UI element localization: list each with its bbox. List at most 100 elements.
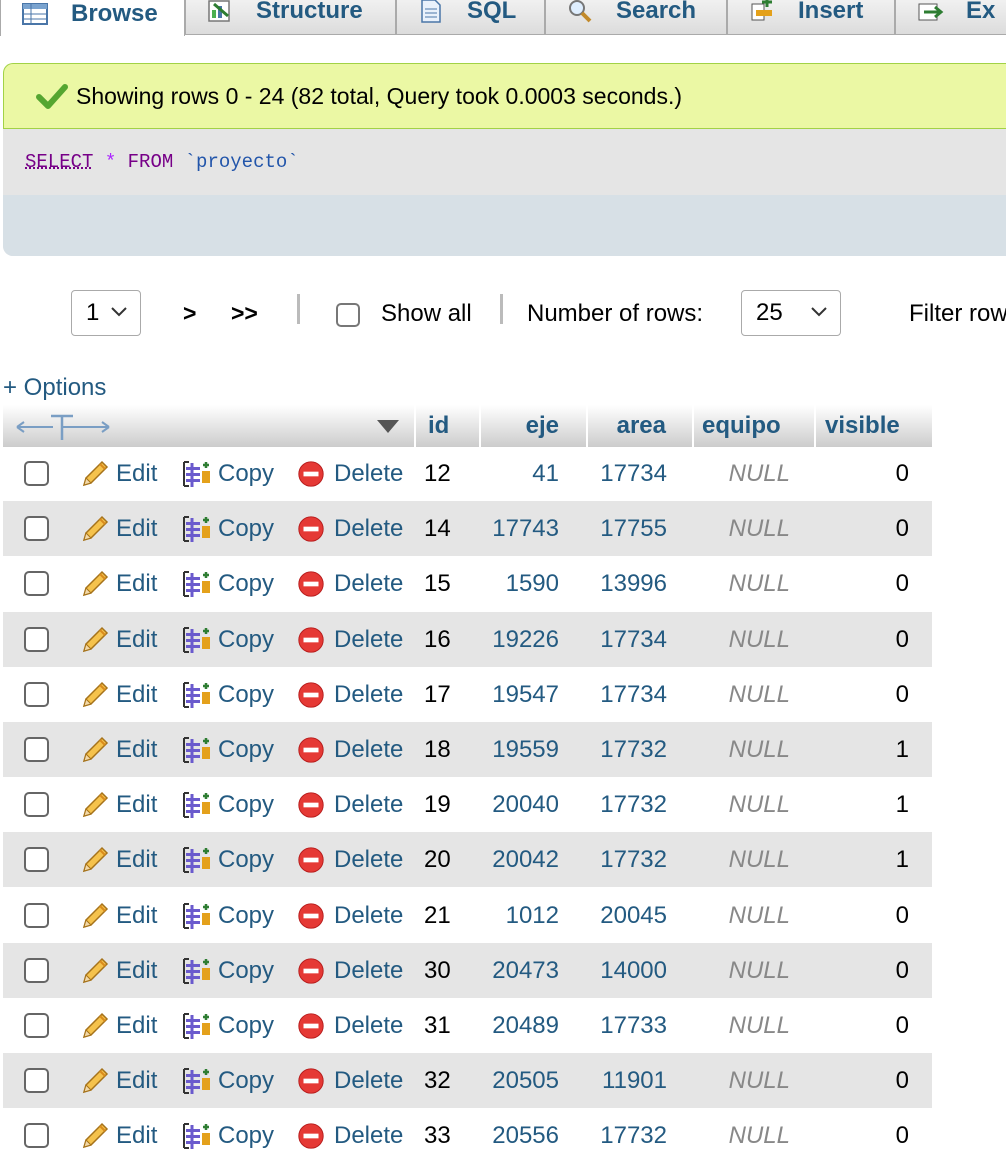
tab-search[interactable]: Search bbox=[545, 0, 727, 35]
delete-button[interactable]: Delete bbox=[296, 667, 403, 722]
copy-button[interactable]: Copy bbox=[180, 446, 274, 501]
row-checkbox[interactable] bbox=[24, 737, 49, 762]
row-checkbox[interactable] bbox=[24, 847, 49, 872]
edit-button[interactable]: Edit bbox=[78, 888, 157, 943]
tab-export[interactable]: Ex bbox=[895, 0, 1006, 35]
tab-browse[interactable]: Browse bbox=[0, 0, 185, 36]
cell-eje[interactable]: 19559 bbox=[481, 722, 559, 777]
copy-button[interactable]: Copy bbox=[180, 998, 274, 1053]
delete-button[interactable]: Delete bbox=[296, 446, 403, 501]
row-checkbox[interactable] bbox=[24, 627, 49, 652]
copy-button[interactable]: Copy bbox=[180, 722, 274, 777]
edit-button[interactable]: Edit bbox=[78, 446, 157, 501]
column-header-id[interactable]: id bbox=[416, 405, 479, 447]
column-header-visible[interactable]: visible bbox=[816, 405, 932, 447]
row-checkbox[interactable] bbox=[24, 903, 49, 928]
cell-area[interactable]: 17755 bbox=[588, 501, 667, 556]
cell-area[interactable]: 20045 bbox=[588, 888, 667, 943]
edit-button[interactable]: Edit bbox=[78, 556, 157, 611]
cell-eje[interactable]: 20556 bbox=[481, 1108, 559, 1163]
rows-count-select[interactable]: 25 bbox=[741, 290, 841, 336]
copy-button[interactable]: Copy bbox=[180, 777, 274, 832]
cell-eje[interactable]: 20040 bbox=[481, 777, 559, 832]
cell-area[interactable]: 17734 bbox=[588, 446, 667, 501]
sql-select-keyword[interactable]: SELECT bbox=[25, 151, 93, 173]
cell-eje[interactable]: 20042 bbox=[481, 832, 559, 887]
cell-eje[interactable]: 20505 bbox=[481, 1053, 559, 1108]
cell-area[interactable]: 17733 bbox=[588, 998, 667, 1053]
cell-eje[interactable]: 17743 bbox=[481, 501, 559, 556]
copy-button[interactable]: Copy bbox=[180, 556, 274, 611]
sort-dropdown-icon[interactable] bbox=[376, 419, 400, 435]
cell-eje[interactable]: 1590 bbox=[481, 556, 559, 611]
copy-button[interactable]: Copy bbox=[180, 1053, 274, 1108]
tab-insert[interactable]: Insert bbox=[727, 0, 895, 35]
edit-button[interactable]: Edit bbox=[78, 832, 157, 887]
delete-button[interactable]: Delete bbox=[296, 556, 403, 611]
row-checkbox[interactable] bbox=[24, 516, 49, 541]
delete-label: Delete bbox=[334, 459, 404, 487]
copy-button[interactable]: Copy bbox=[180, 1108, 274, 1163]
cell-eje[interactable]: 41 bbox=[481, 446, 559, 501]
row-checkbox[interactable] bbox=[24, 958, 49, 983]
row-checkbox[interactable] bbox=[24, 792, 49, 817]
copy-button[interactable]: Copy bbox=[180, 501, 274, 556]
show-all-checkbox[interactable] bbox=[336, 303, 360, 327]
delete-button[interactable]: Delete bbox=[296, 998, 403, 1053]
cell-area[interactable]: 17734 bbox=[588, 612, 667, 667]
row-checkbox[interactable] bbox=[24, 1068, 49, 1093]
delete-button[interactable]: Delete bbox=[296, 1108, 403, 1163]
page-select[interactable]: 1 bbox=[71, 290, 141, 336]
row-checkbox[interactable] bbox=[24, 461, 49, 486]
cell-area[interactable]: 17732 bbox=[588, 832, 667, 887]
cell-area[interactable]: 17732 bbox=[588, 777, 667, 832]
cell-equipo: NULL bbox=[728, 625, 790, 653]
column-header-area[interactable]: area bbox=[588, 405, 668, 447]
cell-eje[interactable]: 20473 bbox=[481, 943, 559, 998]
row-checkbox[interactable] bbox=[24, 1123, 49, 1148]
delete-button[interactable]: Delete bbox=[296, 777, 403, 832]
edit-button[interactable]: Edit bbox=[78, 667, 157, 722]
cell-area[interactable]: 17734 bbox=[588, 667, 667, 722]
delete-button[interactable]: Delete bbox=[296, 832, 403, 887]
delete-button[interactable]: Delete bbox=[296, 722, 403, 777]
cell-eje[interactable]: 1012 bbox=[481, 888, 559, 943]
copy-button[interactable]: Copy bbox=[180, 832, 274, 887]
cell-eje[interactable]: 19226 bbox=[481, 612, 559, 667]
row-checkbox[interactable] bbox=[24, 1013, 49, 1038]
row-checkbox[interactable] bbox=[24, 682, 49, 707]
column-header-equipo[interactable]: equipo bbox=[694, 405, 814, 447]
edit-button[interactable]: Edit bbox=[78, 501, 157, 556]
tab-structure[interactable]: Structure bbox=[185, 0, 396, 35]
edit-button[interactable]: Edit bbox=[78, 777, 157, 832]
copy-button[interactable]: Copy bbox=[180, 888, 274, 943]
row-checkbox[interactable] bbox=[24, 571, 49, 596]
cell-eje[interactable]: 19547 bbox=[481, 667, 559, 722]
cell-area[interactable]: 13996 bbox=[588, 556, 667, 611]
cell-area[interactable]: 17732 bbox=[588, 722, 667, 777]
cell-area[interactable]: 11901 bbox=[588, 1053, 667, 1108]
edit-button[interactable]: Edit bbox=[78, 612, 157, 667]
edit-button[interactable]: Edit bbox=[78, 1053, 157, 1108]
delete-button[interactable]: Delete bbox=[296, 888, 403, 943]
edit-button[interactable]: Edit bbox=[78, 943, 157, 998]
delete-button[interactable]: Delete bbox=[296, 943, 403, 998]
edit-button[interactable]: Edit bbox=[78, 722, 157, 777]
last-page-button[interactable]: >> bbox=[231, 300, 258, 327]
cell-area[interactable]: 14000 bbox=[588, 943, 667, 998]
delete-button[interactable]: Delete bbox=[296, 501, 403, 556]
column-resize-arrows-icon[interactable] bbox=[15, 413, 111, 441]
copy-button[interactable]: Copy bbox=[180, 612, 274, 667]
tab-sql[interactable]: SQL bbox=[396, 0, 545, 35]
edit-button[interactable]: Edit bbox=[78, 998, 157, 1053]
cell-eje[interactable]: 20489 bbox=[481, 998, 559, 1053]
delete-button[interactable]: Delete bbox=[296, 1053, 403, 1108]
column-header-eje[interactable]: eje bbox=[481, 405, 565, 447]
edit-button[interactable]: Edit bbox=[78, 1108, 157, 1163]
next-page-button[interactable]: > bbox=[183, 300, 196, 327]
cell-area[interactable]: 17732 bbox=[588, 1108, 667, 1163]
delete-button[interactable]: Delete bbox=[296, 612, 403, 667]
copy-button[interactable]: Copy bbox=[180, 667, 274, 722]
options-toggle[interactable]: + Options bbox=[3, 374, 106, 402]
copy-button[interactable]: Copy bbox=[180, 943, 274, 998]
